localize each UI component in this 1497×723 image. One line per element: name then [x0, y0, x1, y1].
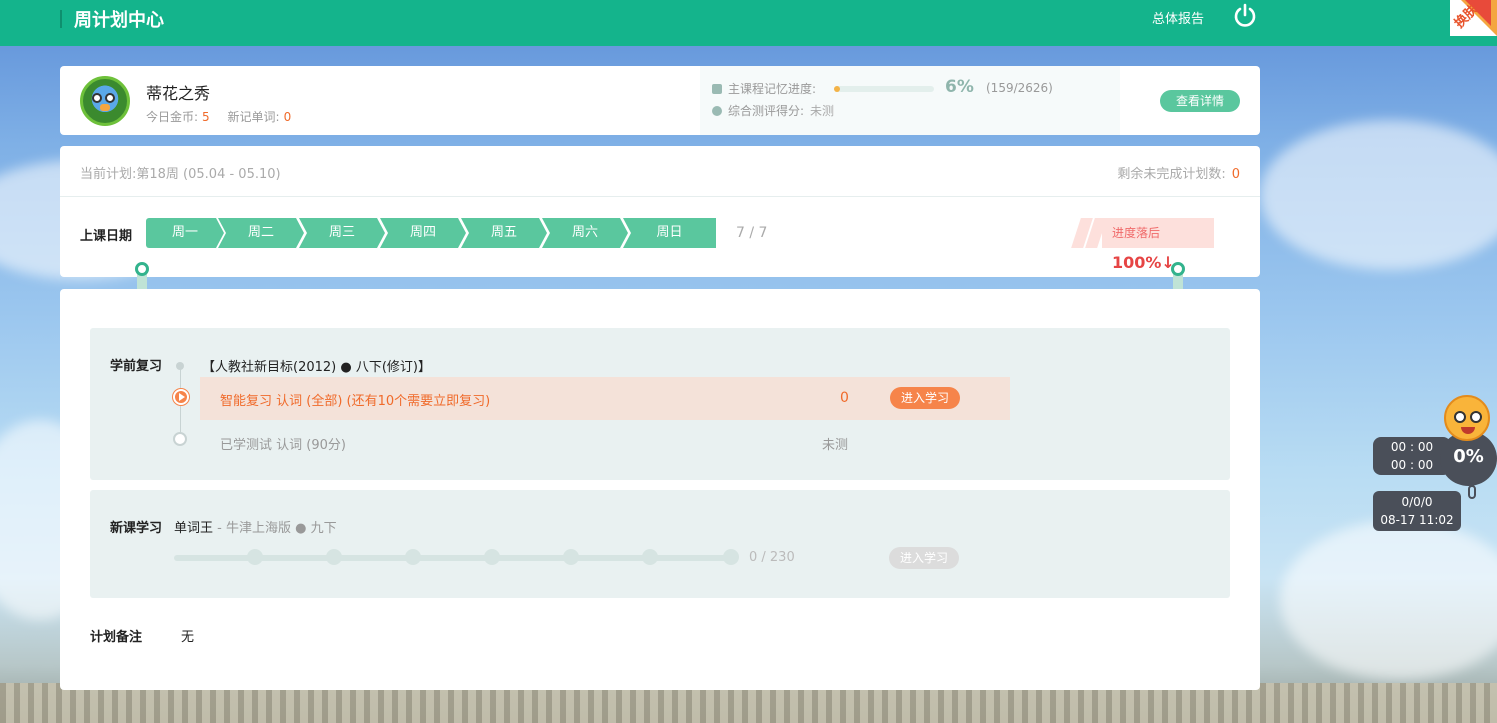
- remaining-value: 0: [1231, 167, 1240, 182]
- textbook-title: 【人教社新目标(2012) ● 八下(修订)】: [202, 360, 431, 375]
- user-name: 蒂花之秀: [146, 84, 211, 103]
- memory-progress-bar: [834, 86, 934, 92]
- remaining-label: 剩余未完成计划数:: [1117, 167, 1226, 182]
- enter-lesson-button[interactable]: 进入学习: [889, 547, 959, 569]
- progress-node: [326, 549, 342, 565]
- learned-test-status: 未测: [822, 438, 849, 453]
- background-cloud: [1260, 120, 1497, 270]
- view-details-button[interactable]: 查看详情: [1160, 90, 1240, 112]
- mascot-mouth: [1461, 427, 1475, 434]
- class-date-label: 上课日期: [80, 229, 133, 244]
- avatar-eye: [92, 93, 102, 103]
- progress-behind-badge: 进度落后 100%↓: [1071, 218, 1216, 272]
- new-lesson-label: 新课学习: [110, 521, 163, 536]
- day-step-fri[interactable]: 周五: [461, 218, 547, 248]
- review-label: 学前复习: [110, 359, 163, 374]
- evaluation-value: 未测: [810, 104, 835, 118]
- day-step-thu[interactable]: 周四: [380, 218, 466, 248]
- course-name: 单词王: [174, 521, 214, 536]
- pre-study-review-section: 学前复习 【人教社新目标(2012) ● 八下(修订)】 智能复习 认词 (全部…: [90, 328, 1230, 480]
- progress-node: [723, 549, 739, 565]
- day-step-wed[interactable]: 周三: [299, 218, 385, 248]
- connector-dot: [1171, 262, 1185, 276]
- course-title: 单词王 - 牛津上海版 ● 九下: [174, 517, 337, 536]
- day-step-mon[interactable]: 周一: [146, 218, 224, 248]
- new-words-label: 新记单词:: [227, 110, 280, 124]
- user-stats: 今日金币: 5 新记单词: 0: [146, 108, 305, 125]
- course-edition: - 牛津上海版 ● 九下: [213, 521, 337, 536]
- mascot-icon: [1444, 395, 1490, 441]
- day-step-sun[interactable]: 周日: [623, 218, 716, 248]
- day-count: 7 / 7: [736, 225, 768, 241]
- title-marker: [60, 10, 62, 28]
- progress-node: [484, 549, 500, 565]
- evaluation-label: 综合测评得分:: [728, 104, 805, 118]
- smart-review-row: 智能复习 认词 (全部) (还有10个需要立即复习) 0 进入学习: [200, 377, 1010, 420]
- enter-review-button[interactable]: 进入学习: [890, 387, 960, 409]
- timer-line-1: 00 : 00: [1390, 440, 1434, 454]
- coins-label: 今日金币:: [146, 110, 199, 124]
- progress-node: [642, 549, 658, 565]
- progress-summary: 主课程记忆进度: 6% (159/2626) 综合测评得分: 未测: [700, 66, 1120, 135]
- behind-value: 100%↓: [1112, 253, 1175, 272]
- smart-review-count: 0: [840, 390, 849, 406]
- timeline-ring: [173, 432, 187, 446]
- behind-label: 进度落后: [1112, 226, 1161, 240]
- avatar: [80, 76, 130, 126]
- avatar-beak: [100, 104, 110, 111]
- evaluation-row: 综合测评得分: 未测: [712, 102, 834, 119]
- main-card: 学前复习 【人教社新目标(2012) ● 八下(修订)】 智能复习 认词 (全部…: [60, 289, 1260, 690]
- memory-label: 主课程记忆进度:: [728, 82, 817, 96]
- memory-fraction: (159/2626): [986, 81, 1053, 95]
- lesson-word-count: 0 / 230: [749, 550, 795, 565]
- memory-percent: 6%: [945, 77, 974, 97]
- memory-progress-fill: [834, 86, 840, 92]
- connector-dot: [135, 262, 149, 276]
- course-icon: [712, 84, 722, 94]
- plan-notes-value: 无: [181, 630, 195, 645]
- current-plan: 当前计划:第18周 (05.04 - 05.10): [80, 167, 281, 182]
- timeline-dot: [176, 362, 184, 370]
- stats-panel: 0/0/0 08-17 11:02: [1373, 491, 1461, 531]
- progress-node: [405, 549, 421, 565]
- coins-value: 5: [202, 110, 210, 124]
- learned-test-text: 已学测试 认词 (90分): [220, 438, 346, 453]
- skin-switch-button[interactable]: 换肤: [1450, 0, 1497, 36]
- mascot-eye: [1470, 411, 1482, 423]
- profile-card: 蒂花之秀 今日金币: 5 新记单词: 0 主课程记忆进度: 6% (159/2626…: [60, 66, 1260, 135]
- smart-review-text: 智能复习 认词 (全部) (还有10个需要立即复习): [220, 394, 491, 409]
- new-lesson-section: 新课学习 单词王 - 牛津上海版 ● 九下 0 / 230 进入学习: [90, 490, 1230, 598]
- plan-card: 当前计划:第18周 (05.04 - 05.10) 剩余未完成计划数: 0 上课日…: [60, 146, 1260, 277]
- medal-icon: [712, 106, 722, 116]
- plan-notes-label: 计划备注: [90, 630, 143, 645]
- new-words-value: 0: [283, 110, 292, 124]
- day-step-sat[interactable]: 周六: [542, 218, 628, 248]
- divider: [60, 196, 1260, 197]
- play-icon: [173, 389, 189, 405]
- progress-node: [247, 549, 263, 565]
- progress-node: [563, 549, 579, 565]
- stats-datetime: 08-17 11:02: [1380, 513, 1454, 527]
- avatar-eye: [105, 93, 115, 103]
- power-icon[interactable]: [1232, 3, 1258, 29]
- overall-report-link[interactable]: 总体报告: [1152, 8, 1204, 27]
- floating-timer-widget[interactable]: 00 : 00 00 : 00 0% 0/0/0 08-17 11:02: [1372, 393, 1497, 533]
- page-title: 周计划中心: [74, 10, 164, 31]
- mascot-eye: [1454, 411, 1466, 423]
- background-cloud: [1280, 520, 1497, 680]
- stats-counts: 0/0/0: [1401, 495, 1433, 509]
- top-bar: 周计划中心 总体报告: [0, 0, 1497, 46]
- chain-link: [1468, 485, 1476, 499]
- remaining-plans: 剩余未完成计划数: 0: [1117, 163, 1240, 182]
- behind-box: 进度落后 100%↓: [1102, 218, 1214, 272]
- memory-progress-row: 主课程记忆进度:: [712, 80, 816, 97]
- day-step-tue[interactable]: 周二: [218, 218, 304, 248]
